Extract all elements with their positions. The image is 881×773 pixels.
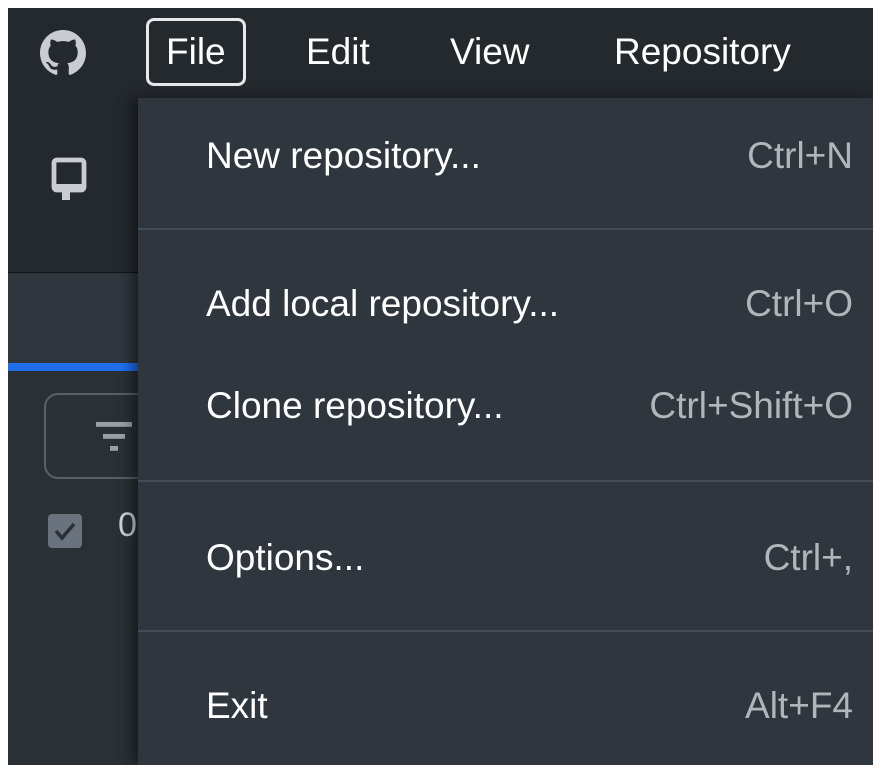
background-tab-bar — [8, 273, 138, 363]
menu-repository[interactable]: Repository — [594, 18, 811, 86]
menu-file[interactable]: File — [146, 18, 246, 86]
menu-item-shortcut: Ctrl+Shift+O — [649, 385, 853, 426]
menu-item-new-repository[interactable]: New repository... Ctrl+N — [138, 106, 873, 206]
github-logo-icon — [40, 30, 86, 75]
menu-separator — [138, 630, 873, 632]
file-menu-dropdown: New repository... Ctrl+N Add local repos… — [138, 98, 873, 765]
menu-separator — [138, 480, 873, 482]
menu-item-label: New repository... — [206, 135, 481, 176]
menu-item-label: Options... — [206, 537, 365, 578]
changes-count: 0 — [118, 506, 137, 544]
menu-item-label: Add local repository... — [206, 283, 560, 324]
checkmark-icon — [54, 522, 76, 541]
active-tab-underline — [8, 363, 138, 371]
menu-view[interactable]: View — [430, 18, 550, 86]
menu-item-shortcut: Alt+F4 — [745, 685, 853, 726]
filter-icon — [96, 422, 132, 451]
menu-item-clone-repository[interactable]: Clone repository... Ctrl+Shift+O — [138, 356, 873, 456]
menu-item-label: Exit — [206, 685, 268, 726]
menu-item-shortcut: Ctrl+O — [745, 283, 853, 324]
repository-icon — [51, 157, 87, 200]
menu-item-shortcut: Ctrl+N — [747, 135, 853, 176]
app-window: File Edit View Repository 0 New reposito… — [8, 8, 873, 765]
menu-item-options[interactable]: Options... Ctrl+, — [138, 508, 873, 608]
menu-bar: File Edit View Repository — [8, 8, 873, 98]
menu-item-exit[interactable]: Exit Alt+F4 — [138, 656, 873, 756]
menu-item-shortcut: Ctrl+, — [763, 537, 853, 578]
menu-edit[interactable]: Edit — [286, 18, 390, 86]
menu-item-label: Clone repository... — [206, 385, 504, 426]
menu-separator — [138, 228, 873, 230]
menu-item-add-local-repository[interactable]: Add local repository... Ctrl+O — [138, 254, 873, 354]
